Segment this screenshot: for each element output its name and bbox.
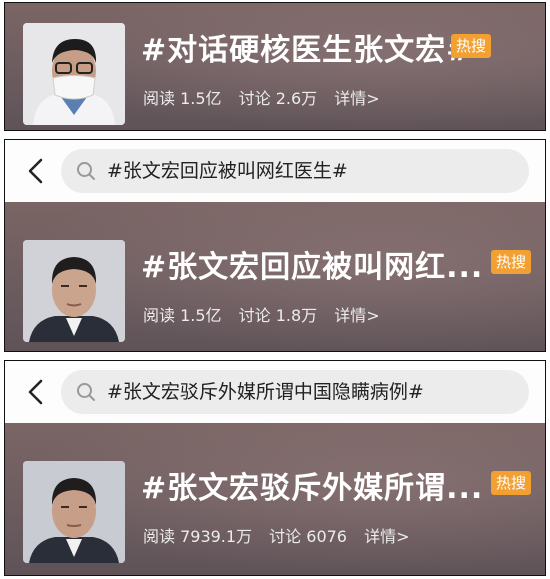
topic-banner[interactable]: #对话硬核医生张文宏# 热搜 阅读 1.5亿 讨论 2.6万 详情> [5, 3, 545, 130]
search-query-text: #张文宏驳斥外媒所谓中国隐瞒病例# [107, 381, 424, 403]
details-link[interactable]: 详情> [334, 89, 379, 108]
discussion-count: 讨论 6076 [269, 527, 347, 546]
search-icon [77, 383, 95, 401]
hot-badge: 热搜 [491, 250, 531, 274]
back-chevron-icon[interactable] [22, 378, 50, 406]
search-icon [77, 162, 95, 180]
topic-card-1: #对话硬核医生张文宏# 热搜 阅读 1.5亿 讨论 2.6万 详情> [4, 2, 546, 131]
topic-banner[interactable]: #张文宏回应被叫网红... 热搜 阅读 1.5亿 讨论 1.8万 详情> [5, 202, 545, 351]
read-count: 阅读 7939.1万 [143, 527, 253, 546]
search-bar: #张文宏驳斥外媒所谓中国隐瞒病例# [5, 361, 545, 423]
hot-badge: 热搜 [491, 471, 531, 495]
search-bar: #张文宏回应被叫网红医生# [5, 140, 545, 202]
topic-title: #对话硬核医生张文宏# [141, 33, 473, 68]
discussion-count: 讨论 2.6万 [238, 89, 318, 108]
topic-stats: 阅读 7939.1万 讨论 6076 详情> [143, 523, 422, 547]
search-query-text: #张文宏回应被叫网红医生# [107, 160, 348, 182]
topic-stats: 阅读 1.5亿 讨论 1.8万 详情> [143, 302, 392, 326]
topic-title: #张文宏驳斥外媒所谓... [141, 471, 484, 506]
details-link[interactable]: 详情> [364, 527, 409, 546]
topic-card-2: #张文宏回应被叫网红医生# #张文宏回应被叫网红... 热搜 阅读 1.5亿 讨… [4, 139, 546, 352]
search-input[interactable]: #张文宏回应被叫网红医生# [61, 149, 529, 193]
topic-title: #张文宏回应被叫网红... [141, 250, 484, 285]
hot-badge: 热搜 [451, 34, 491, 58]
topic-banner[interactable]: #张文宏驳斥外媒所谓... 热搜 阅读 7939.1万 讨论 6076 详情> [5, 423, 545, 575]
read-count: 阅读 1.5亿 [143, 306, 222, 325]
search-input[interactable]: #张文宏驳斥外媒所谓中国隐瞒病例# [61, 370, 529, 414]
back-chevron-icon[interactable] [22, 157, 50, 185]
topic-card-3: #张文宏驳斥外媒所谓中国隐瞒病例# #张文宏驳斥外媒所谓... 热搜 阅读 79… [4, 360, 546, 576]
read-count: 阅读 1.5亿 [143, 89, 222, 108]
details-link[interactable]: 详情> [334, 306, 379, 325]
topic-stats: 阅读 1.5亿 讨论 2.6万 详情> [143, 85, 392, 109]
avatar [23, 240, 125, 342]
discussion-count: 讨论 1.8万 [238, 306, 318, 325]
avatar [23, 23, 125, 125]
avatar [23, 461, 125, 563]
